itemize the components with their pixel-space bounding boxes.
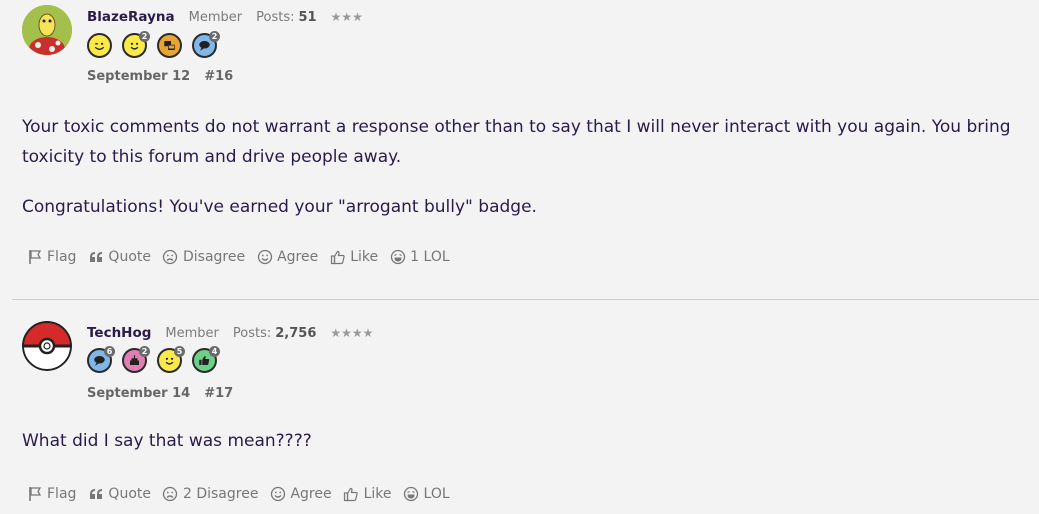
agree-button[interactable]: Agree — [256, 248, 318, 265]
post-divider — [12, 299, 1039, 300]
disagree-button[interactable]: Disagree — [162, 248, 245, 265]
like-button[interactable]: Like — [343, 485, 392, 502]
disagree-button[interactable]: 2 Disagree — [162, 485, 258, 502]
forum-post: TechHog Member Posts: 2,756 ★★★★ 6 2 5 4… — [0, 301, 1039, 514]
quote-icon — [87, 485, 104, 502]
wink-badge-icon — [87, 33, 112, 58]
posts-count: 51 — [298, 10, 317, 25]
flag-label: Flag — [47, 248, 77, 265]
post-body-paragraph: Congratulations! You've earned your "arr… — [22, 197, 537, 217]
avatar[interactable] — [22, 5, 72, 55]
flag-label: Flag — [47, 485, 77, 502]
cake-badge[interactable]: 2 — [122, 346, 150, 374]
user-info-line: BlazeRayna Member Posts: 51 ★★★ — [87, 9, 363, 29]
lol-button[interactable]: 1 LOL — [389, 248, 450, 265]
shiny-shuckle-avatar-icon — [22, 5, 72, 55]
agree-label: Agree — [277, 248, 319, 265]
badge-row: 6 2 5 4 — [87, 346, 220, 374]
badge-count: 2 — [139, 346, 150, 357]
user-role: Member — [188, 10, 243, 25]
badge-count: 6 — [104, 346, 115, 357]
forum-post: BlazeRayna Member Posts: 51 ★★★ 2 2 Sept… — [0, 0, 1039, 300]
smile-badge[interactable]: 2 — [122, 31, 150, 59]
thumbs-up-icon — [329, 248, 346, 265]
avatar[interactable] — [22, 321, 72, 371]
post-date[interactable]: September 12 — [87, 69, 190, 84]
lol-button[interactable]: LOL — [403, 485, 450, 502]
thumbs-up-icon — [343, 485, 360, 502]
agree-label: Agree — [290, 485, 332, 502]
computer-badge[interactable] — [157, 31, 185, 59]
posts-label: Posts: — [256, 10, 295, 25]
post-meta: September 14 #17 — [87, 386, 233, 401]
quote-label: Quote — [108, 485, 151, 502]
username[interactable]: TechHog — [87, 325, 151, 341]
user-info-line: TechHog Member Posts: 2,756 ★★★★ — [87, 325, 373, 345]
quote-button[interactable]: Quote — [87, 248, 151, 265]
frown-icon — [162, 485, 179, 502]
post-meta: September 12 #16 — [87, 69, 233, 84]
post-actions: Flag Quote Disagree Agree Like 1 LOL — [26, 248, 461, 265]
post-number[interactable]: #16 — [204, 69, 233, 84]
smile-badge[interactable]: 5 — [157, 346, 185, 374]
post-body-paragraph: What did I say that was mean???? — [22, 431, 312, 451]
lol-label: LOL — [423, 485, 450, 502]
pokeball-avatar-icon — [22, 321, 72, 371]
badge-count: 2 — [139, 31, 150, 42]
quote-icon — [87, 248, 104, 265]
post-actions: Flag Quote 2 Disagree Agree Like LOL — [26, 485, 461, 502]
rank-stars: ★★★★ — [330, 326, 374, 340]
username[interactable]: BlazeRayna — [87, 9, 175, 25]
computer-badge-icon — [157, 33, 182, 58]
thumbs-up-badge[interactable]: 4 — [192, 346, 220, 374]
flag-icon — [26, 485, 43, 502]
quote-label: Quote — [108, 248, 151, 265]
badge-count: 4 — [209, 346, 220, 357]
badge-count: 2 — [209, 31, 220, 42]
post-body-paragraph: Your toxic comments do not warrant a res… — [22, 117, 1011, 167]
frown-icon — [162, 248, 179, 265]
user-role: Member — [165, 326, 219, 341]
laugh-icon — [403, 485, 420, 502]
posts-count: 2,756 — [275, 326, 317, 341]
chat-badge[interactable]: 6 — [87, 346, 115, 374]
badge-count: 5 — [174, 346, 185, 357]
laugh-icon — [389, 248, 406, 265]
smile-icon — [256, 248, 273, 265]
flag-button[interactable]: Flag — [26, 485, 76, 502]
agree-button[interactable]: Agree — [269, 485, 332, 502]
rank-stars: ★★★ — [330, 10, 363, 24]
badge-row: 2 2 — [87, 31, 220, 59]
smile-icon — [269, 485, 286, 502]
flag-icon — [26, 248, 43, 265]
disagree-label: Disagree — [182, 248, 246, 265]
like-label: Like — [363, 485, 392, 502]
like-label: Like — [350, 248, 379, 265]
lol-label: 1 LOL — [410, 248, 450, 265]
posts-label: Posts: — [232, 326, 272, 341]
wink-badge[interactable] — [87, 31, 115, 59]
disagree-label: 2 Disagree — [182, 485, 259, 502]
chat-badge[interactable]: 2 — [192, 31, 220, 59]
flag-button[interactable]: Flag — [26, 248, 76, 265]
post-number[interactable]: #17 — [204, 386, 233, 401]
quote-button[interactable]: Quote — [87, 485, 151, 502]
post-date[interactable]: September 14 — [87, 386, 190, 401]
like-button[interactable]: Like — [329, 248, 378, 265]
